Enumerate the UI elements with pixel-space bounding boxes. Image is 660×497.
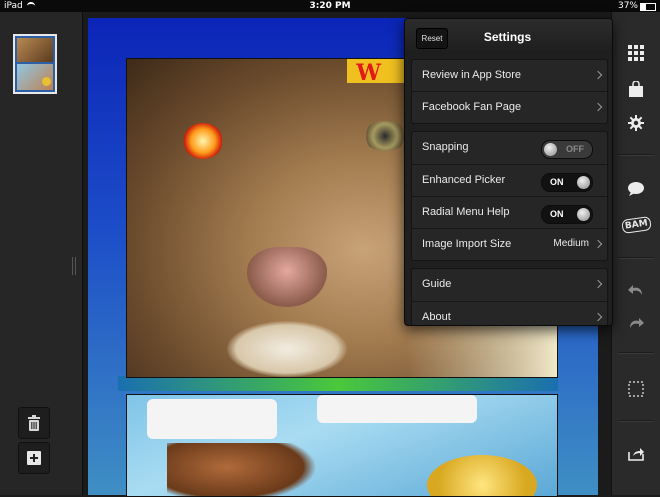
share-button[interactable]	[618, 440, 654, 468]
settings-group-links: Review in App Store Facebook Fan Page	[411, 59, 608, 124]
battery-percent: 37%	[617, 1, 638, 11]
toolbar-divider	[618, 420, 654, 422]
row-label: Image Import Size	[422, 238, 512, 250]
undo-icon	[628, 285, 642, 295]
row-value: Medium	[553, 238, 589, 249]
share-icon	[628, 448, 644, 461]
redo-icon	[630, 318, 644, 328]
speech-bubble-button[interactable]	[618, 175, 654, 203]
chevron-right-icon	[593, 102, 603, 112]
toggle-knob	[577, 208, 590, 221]
enhanced-picker-toggle[interactable]: ON	[541, 173, 593, 192]
gear-icon	[628, 115, 644, 131]
toggle-state: ON	[550, 177, 564, 187]
row-label: Review in App Store	[422, 69, 522, 81]
row-label: Facebook Fan Page	[422, 101, 522, 113]
settings-button[interactable]	[618, 109, 654, 137]
radial-menu-help-toggle[interactable]: ON	[541, 205, 593, 224]
popover-header: Reset Settings	[405, 19, 612, 55]
tools-toolbar: BAM	[611, 12, 660, 495]
lion-chin	[227, 321, 347, 377]
battery-icon	[640, 3, 656, 11]
status-time: 3:20 PM	[309, 1, 351, 11]
speech-bubble-icon	[628, 182, 644, 196]
popover-title: Settings	[483, 30, 532, 44]
page-thumbnail[interactable]	[13, 34, 57, 94]
pages-sidebar	[0, 12, 83, 495]
toggle-knob	[544, 143, 557, 156]
toggle-knob	[577, 176, 590, 189]
letter-block	[147, 399, 277, 439]
chevron-right-icon	[593, 239, 603, 249]
add-icon	[27, 451, 41, 465]
toggle-state: OFF	[566, 144, 584, 154]
snapping-toggle[interactable]: OFF	[541, 140, 593, 159]
undo-button[interactable]	[618, 276, 654, 304]
radial-menu-help-row: Radial Menu Help ON	[412, 196, 607, 228]
chevron-right-icon	[593, 279, 603, 289]
facebook-fan-page-row[interactable]: Facebook Fan Page	[412, 91, 607, 123]
snapping-row: Snapping OFF	[412, 132, 607, 163]
about-row[interactable]: About	[412, 301, 607, 325]
guide-row[interactable]: Guide	[412, 269, 607, 300]
toolbar-divider	[618, 257, 654, 259]
row-label: About	[422, 311, 451, 323]
row-label: Guide	[422, 278, 452, 290]
coin-image	[427, 455, 537, 496]
sticker-button[interactable]: BAM	[618, 211, 654, 239]
bam-sticker-icon: BAM	[620, 216, 652, 234]
toggle-state: ON	[550, 209, 564, 219]
store-button[interactable]	[618, 75, 654, 103]
toolbar-divider	[618, 352, 654, 354]
row-label: Enhanced Picker	[422, 174, 506, 186]
settings-group-options: Snapping OFF Enhanced Picker ON Radial M…	[411, 131, 608, 261]
row-label: Radial Menu Help	[422, 206, 510, 218]
crop-icon	[628, 381, 644, 397]
letter-block	[317, 395, 477, 423]
layouts-button[interactable]	[618, 39, 654, 67]
hawk-image	[167, 443, 317, 496]
image-import-size-row[interactable]: Image Import Size Medium	[412, 228, 607, 260]
comic-panel-hawk[interactable]	[126, 394, 558, 497]
shopping-bag-icon	[629, 81, 643, 97]
crop-button[interactable]	[618, 375, 654, 403]
reset-button[interactable]: Reset	[416, 28, 448, 49]
sidebar-resize-handle[interactable]	[72, 257, 76, 275]
explosion-sticker[interactable]	[183, 123, 223, 159]
status-bar: iPad 3:20 PM 37%	[0, 0, 660, 12]
chevron-right-icon	[593, 312, 603, 322]
lion-nose	[247, 247, 327, 307]
panel-gutter	[118, 376, 558, 391]
settings-group-help: Guide About	[411, 268, 608, 325]
chevron-right-icon	[593, 70, 603, 80]
settings-popover: Reset Settings Review in App Store Faceb…	[404, 18, 613, 326]
thumbnail-panel-top	[17, 38, 53, 62]
delete-page-button[interactable]	[18, 407, 50, 439]
trash-icon	[28, 415, 40, 431]
lion-eye	[363, 121, 407, 151]
add-page-button[interactable]	[18, 442, 50, 474]
enhanced-picker-row: Enhanced Picker ON	[412, 164, 607, 196]
review-app-store-row[interactable]: Review in App Store	[412, 60, 607, 91]
thumbnail-coin	[42, 77, 51, 86]
row-label: Snapping	[422, 141, 469, 153]
redo-button[interactable]	[618, 309, 654, 337]
grid-icon	[628, 45, 644, 61]
caption-text: W	[356, 60, 381, 86]
toolbar-divider	[618, 154, 654, 156]
